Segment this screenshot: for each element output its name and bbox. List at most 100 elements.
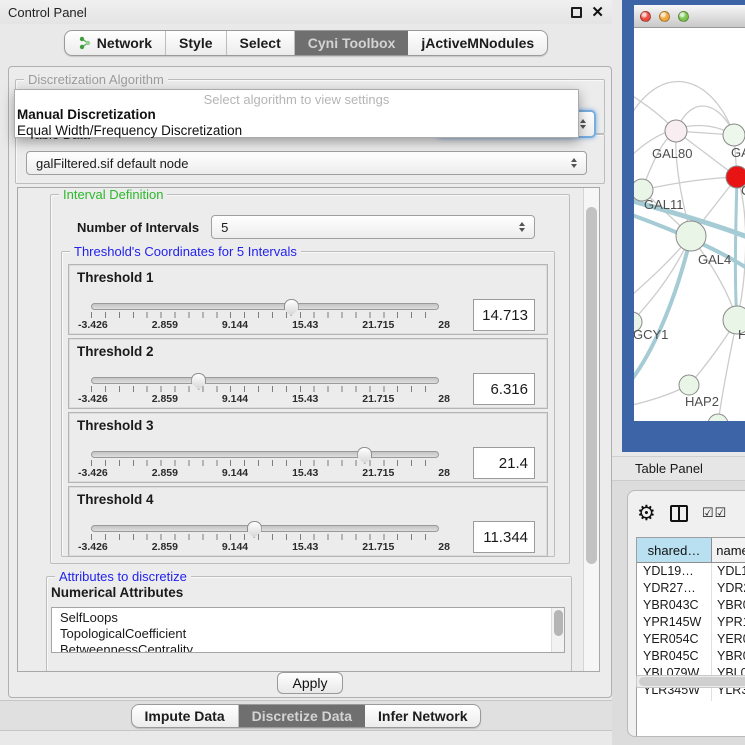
tick-label: 28 xyxy=(438,393,450,405)
minimize-traffic-light-icon[interactable] xyxy=(659,11,670,22)
node-label: GA xyxy=(731,145,745,160)
slider-track[interactable] xyxy=(91,303,439,310)
tick-label: 28 xyxy=(438,541,450,553)
slider-track[interactable] xyxy=(91,525,439,532)
discretization-algorithm-group-title: Discretization Algorithm xyxy=(24,72,168,87)
control-panel-titlebar: Control Panel ✕ xyxy=(0,0,612,24)
float-window-icon[interactable] xyxy=(571,7,582,18)
table-cell: YBR045C xyxy=(637,648,712,665)
close-traffic-light-icon[interactable] xyxy=(640,11,651,22)
slider-ticks xyxy=(91,460,439,466)
slider-tick-labels: -3.4262.8599.14415.4321.71528 xyxy=(78,541,450,553)
split-columns-icon[interactable] xyxy=(670,505,688,522)
threshold-3-slider[interactable]: -3.4262.8599.14415.4321.71528 xyxy=(91,451,439,479)
interval-definition-group-title: Interval Definition xyxy=(59,187,167,202)
threshold-1-slider[interactable]: -3.4262.8599.14415.4321.71528 xyxy=(91,303,439,331)
table-header-row: shared… name xyxy=(637,538,745,563)
tab-style[interactable]: Style xyxy=(166,31,226,55)
select-columns-checkbox-icon[interactable]: ☑☑ xyxy=(702,506,727,521)
network-canvas[interactable]: GAL80GACGAL11GAL4GCY1HHAP2 xyxy=(634,28,745,421)
tick-label: 2.859 xyxy=(152,541,178,553)
table-data-combobox[interactable]: galFiltered.sif default node xyxy=(26,151,587,175)
table-cell: YBR043C xyxy=(637,597,712,614)
tab-discretize-data[interactable]: Discretize Data xyxy=(239,705,365,727)
tab-infer-network[interactable]: Infer Network xyxy=(365,705,480,727)
number-of-intervals-value: 5 xyxy=(221,220,519,235)
slider-track[interactable] xyxy=(91,451,439,458)
network-node[interactable] xyxy=(676,221,706,251)
attributes-list-items: SelfLoopsTopologicalCoefficientBetweenne… xyxy=(52,608,564,653)
close-icon[interactable]: ✕ xyxy=(591,7,604,18)
threshold-1-value-field[interactable]: 14.713 xyxy=(473,299,535,331)
slider-track[interactable] xyxy=(91,377,439,384)
scrollbar-thumb[interactable] xyxy=(554,610,563,636)
settings-vertical-scrollbar[interactable] xyxy=(583,188,599,671)
attributes-list-scrollbar[interactable] xyxy=(551,608,564,652)
scrollbar-thumb[interactable] xyxy=(586,207,597,564)
table-row[interactable]: YER054CYER0 xyxy=(637,631,745,648)
tick-label: 2.859 xyxy=(152,319,178,331)
list-item[interactable]: SelfLoops xyxy=(60,610,564,626)
network-node[interactable] xyxy=(723,124,745,146)
tab-cyni-toolbox-label: Cyni Toolbox xyxy=(308,35,396,51)
threshold-2-slider[interactable]: -3.4262.8599.14415.4321.71528 xyxy=(91,377,439,405)
table-data-group: Table Data galFiltered.sif default node xyxy=(15,134,605,184)
apply-button[interactable]: Apply xyxy=(277,672,342,694)
table-panel-title: Table Panel xyxy=(635,461,703,476)
table-panel-body: ⚙ ☑☑ shared… name YDL19…YDL1YDR27…YDR2YB… xyxy=(612,481,745,745)
zoom-traffic-light-icon[interactable] xyxy=(678,11,689,22)
network-graph: GAL80GACGAL11GAL4GCY1HHAP2 xyxy=(634,28,745,421)
table-data-selected-value: galFiltered.sif default node xyxy=(36,156,571,171)
list-item[interactable]: TopologicalCoefficient xyxy=(60,626,564,642)
root: { "window": { "title": "Control Panel" }… xyxy=(0,0,745,745)
tab-network[interactable]: Network xyxy=(65,31,166,55)
dropdown-option-manual-discretization[interactable]: Manual Discretization xyxy=(15,107,578,123)
tick-label: -3.426 xyxy=(78,319,108,331)
gear-icon[interactable]: ⚙ xyxy=(637,503,656,524)
table-row[interactable]: YPR145WYPR1 xyxy=(637,614,745,631)
table-row[interactable]: YBR045CYBR0 xyxy=(637,648,745,665)
tab-discretize-data-label: Discretize Data xyxy=(252,708,352,724)
threshold-2-label: Threshold 2 xyxy=(77,344,154,359)
network-node[interactable] xyxy=(679,375,699,395)
tab-impute-data[interactable]: Impute Data xyxy=(132,705,239,727)
list-item[interactable]: BetweennessCentrality xyxy=(60,642,564,653)
attributes-group-title: Attributes to discretize xyxy=(55,569,191,584)
table-horizontal-scrollbar[interactable] xyxy=(636,675,745,688)
thresholds-group: Threshold's Coordinates for 5 Intervals … xyxy=(61,251,555,557)
node-label: GAL4 xyxy=(698,252,731,267)
tick-label: 15.43 xyxy=(292,467,318,479)
tick-label: 15.43 xyxy=(292,319,318,331)
slider-ticks xyxy=(91,312,439,318)
tab-select-label: Select xyxy=(240,35,281,51)
threshold-1-panel: Threshold 1 -3.4262.8599.14415.4321.7152… xyxy=(68,264,548,335)
tick-label: -3.426 xyxy=(78,467,108,479)
network-node[interactable] xyxy=(708,414,728,421)
number-of-intervals-combobox[interactable]: 5 xyxy=(211,215,535,239)
table-row[interactable]: YIL052CYIL0 xyxy=(637,699,745,701)
tab-cyni-toolbox[interactable]: Cyni Toolbox xyxy=(295,31,409,55)
column-header-shared-name[interactable]: shared… xyxy=(637,538,712,562)
numerical-attributes-list[interactable]: SelfLoopsTopologicalCoefficientBetweenne… xyxy=(51,607,565,653)
network-view-window: GAL80GACGAL11GAL4GCY1HHAP2 xyxy=(634,5,745,421)
slider-ticks xyxy=(91,386,439,392)
column-header-name[interactable]: name xyxy=(712,538,745,562)
dropdown-option-equal-width[interactable]: Equal Width/Frequency Discretization xyxy=(15,123,578,139)
tab-select[interactable]: Select xyxy=(227,31,295,55)
tab-jactivemnodules[interactable]: jActiveMNodules xyxy=(408,31,547,55)
panel-title: Control Panel xyxy=(8,5,87,20)
tick-label: 2.859 xyxy=(152,467,178,479)
table-row[interactable]: YDL19…YDL1 xyxy=(637,563,745,580)
table-cell: YDL1 xyxy=(712,563,745,580)
threshold-2-value-field[interactable]: 6.316 xyxy=(473,373,535,405)
table-row[interactable]: YDR27…YDR2 xyxy=(637,580,745,597)
threshold-4-value-field[interactable]: 11.344 xyxy=(473,521,535,553)
threshold-4-slider[interactable]: -3.4262.8599.14415.4321.71528 xyxy=(91,525,439,553)
table-cell: YPR1 xyxy=(712,614,745,631)
table-row[interactable]: YBR043CYBR0 xyxy=(637,597,745,614)
scrollbar-thumb[interactable] xyxy=(639,677,745,686)
node-label: GAL80 xyxy=(652,146,692,161)
network-node[interactable] xyxy=(665,120,687,142)
threshold-3-value-field[interactable]: 21.4 xyxy=(473,447,535,479)
slider-tick-labels: -3.4262.8599.14415.4321.71528 xyxy=(78,319,450,331)
